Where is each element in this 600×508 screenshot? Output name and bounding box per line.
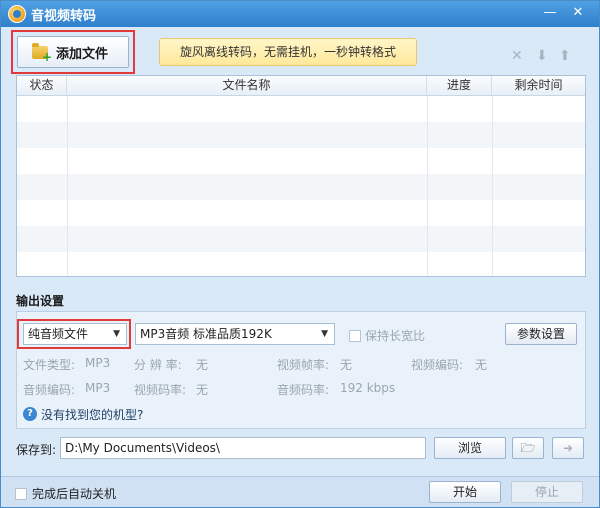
chevron-down-icon: ▼ [321,329,328,339]
table-row [17,174,585,200]
table-row [17,122,585,148]
file-list-header: 状态 文件名称 进度 剩余时间 [17,76,585,96]
remove-icon[interactable]: ✕ [511,48,523,64]
audio-bitrate-label: 音频码率: [277,383,330,397]
app-window: 音视频转码 — ✕ 添加文件 旋风离线转码，无需挂机，一秒钟转格式 ✕ ⬇ ⬆ … [0,0,600,508]
audio-bitrate-value: 192 kbps [340,381,396,395]
video-codec-label: 视频编码: [411,358,464,372]
column-divider [492,96,493,276]
table-row [17,200,585,226]
checkbox-box[interactable] [349,329,361,342]
save-to-label: 保存到: [16,443,57,457]
file-list-table[interactable]: 状态 文件名称 进度 剩余时间 [16,75,586,277]
title-bar[interactable]: 音视频转码 — ✕ [1,1,599,27]
audio-codec-value: MP3 [85,381,111,395]
file-list-body[interactable] [17,96,585,276]
add-file-button[interactable]: 添加文件 [17,36,129,68]
export-icon: ➜ [562,441,574,455]
column-divider [427,96,428,276]
output-type-select[interactable]: 纯音频文件 ▼ [23,323,127,345]
video-codec-value: 无 [475,358,488,372]
column-divider [67,96,68,276]
folder-add-icon [32,42,52,64]
window-title: 音视频转码 [31,9,97,24]
output-settings-heading: 输出设置 [16,294,65,308]
column-header-filename[interactable]: 文件名称 [67,76,427,96]
file-type-label: 文件类型: [23,358,76,372]
keep-ratio-checkbox[interactable]: 保持长宽比 [349,327,425,344]
table-row [17,226,585,252]
add-file-label: 添加文件 [56,46,109,62]
output-type-value: 纯音频文件 [28,327,89,341]
folder-open-icon: 🗁 [520,441,536,455]
save-path-input[interactable]: D:\My Documents\Videos\ [60,437,426,459]
export-button[interactable]: ➜ [552,437,584,459]
column-header-status[interactable]: 状态 [17,76,67,96]
video-fps-value: 无 [340,358,353,372]
table-row [17,148,585,174]
video-fps-label: 视频帧率: [277,358,330,372]
resolution-label: 分 辨 率: [134,358,182,372]
start-button[interactable]: 开始 [429,481,501,503]
file-type-value: MP3 [85,356,111,370]
move-up-icon[interactable]: ⬆ [559,48,571,64]
video-bitrate-label: 视频码率: [134,383,187,397]
audio-codec-label: 音频编码: [23,383,76,397]
column-header-remaining-time[interactable]: 剩余时间 [492,76,585,96]
browse-button[interactable]: 浏览 [434,437,506,459]
stop-button[interactable]: 停止 [511,481,583,503]
promo-banner[interactable]: 旋风离线转码，无需挂机，一秒钟转格式 [159,38,417,66]
minimize-button[interactable]: — [539,4,561,22]
help-icon[interactable]: ? [23,407,37,421]
close-button[interactable]: ✕ [567,4,589,22]
table-row [17,252,585,278]
resolution-value: 无 [196,358,209,372]
keep-ratio-label: 保持长宽比 [365,329,426,343]
open-folder-button[interactable]: 🗁 [512,437,544,459]
video-bitrate-value: 无 [196,383,209,397]
checkbox-box[interactable] [15,487,27,500]
output-quality-value: MP3音频 标准品质192K [140,327,272,341]
device-not-found-link[interactable]: 没有找到您的机型? [41,406,143,423]
param-settings-button[interactable]: 参数设置 [505,323,577,345]
table-row [17,96,585,122]
move-down-icon[interactable]: ⬇ [536,48,548,64]
auto-shutdown-checkbox[interactable]: 完成后自动关机 [15,485,116,502]
add-file-highlight: 添加文件 [11,30,135,74]
column-header-progress[interactable]: 进度 [427,76,492,96]
chevron-down-icon: ▼ [113,329,120,339]
app-logo-icon [8,5,26,23]
auto-shutdown-label: 完成后自动关机 [32,487,117,501]
output-quality-select[interactable]: MP3音频 标准品质192K ▼ [135,323,335,345]
